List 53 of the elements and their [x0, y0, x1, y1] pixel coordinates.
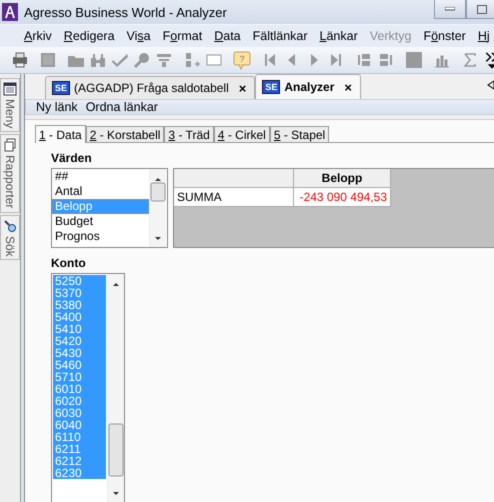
list-item[interactable]: Budget	[52, 214, 149, 229]
square-icon[interactable]	[404, 50, 424, 70]
column-header[interactable]: Belopp	[294, 169, 391, 188]
tab[interactable]: 1 - Data	[35, 125, 86, 143]
section-label: Värden	[51, 151, 93, 165]
link-item[interactable]: Ordna länkar	[86, 100, 158, 114]
maximize-icon	[477, 4, 487, 14]
table-cell: -243 090 494,53	[294, 188, 391, 207]
document-icon: SE	[52, 81, 70, 95]
tab-label: Analyzer	[284, 80, 334, 94]
app-logo-icon	[2, 3, 18, 21]
document-icon: SE	[262, 80, 280, 94]
minimize-icon	[445, 7, 455, 11]
close-button[interactable]: ×	[344, 80, 352, 94]
maximize-button[interactable]	[466, 0, 494, 19]
row-header: SUMMA	[174, 188, 294, 207]
tab[interactable]: 4 - Cirkel	[214, 126, 270, 142]
menu-icon	[3, 82, 17, 96]
menu-item[interactable]: Fönster	[417, 29, 472, 43]
side-tab[interactable]: Rapporter	[0, 134, 20, 213]
menu-item[interactable]: Format	[156, 29, 208, 43]
menu-item[interactable]: Arkiv	[18, 29, 58, 43]
search-icon	[3, 218, 17, 233]
side-tab[interactable]: Meny	[0, 78, 20, 132]
tab[interactable]: 5 - Stapel	[270, 126, 330, 142]
menu-item[interactable]: Redigera	[58, 29, 121, 43]
close-button[interactable]: ×	[238, 80, 246, 96]
minimize-button[interactable]	[434, 0, 466, 19]
side-tab[interactable]: Sök	[0, 214, 20, 260]
values-listbox[interactable]: ## Antal Belopp Budget Prognos	[51, 168, 168, 248]
scroll-left-icon[interactable]	[487, 80, 494, 90]
magnifier-icon[interactable]	[132, 50, 152, 70]
scrollbar[interactable]	[149, 169, 166, 247]
tab[interactable]: 3 - Träd	[164, 126, 214, 142]
section-label: Konto	[51, 256, 87, 270]
menu-item[interactable]: Data	[208, 29, 247, 43]
printer-icon[interactable]	[10, 50, 30, 70]
menu-item[interactable]: Visa	[120, 29, 157, 43]
tab-label: (AGGADP) Fråga saldotabell	[74, 81, 229, 95]
list-item[interactable]: Prognos	[52, 229, 149, 244]
menu-item[interactable]: Hj	[472, 29, 494, 43]
link-item[interactable]: Ny länk	[36, 100, 78, 114]
document-tab[interactable]: SE Analyzer ×	[255, 74, 361, 99]
frame-icon[interactable]	[38, 50, 58, 70]
list-item[interactable]: ##	[52, 169, 149, 184]
menu-item[interactable]: Länkar	[314, 29, 364, 43]
documents-icon	[3, 138, 17, 152]
tab[interactable]: 2 - Korstabell	[86, 126, 164, 142]
list-item[interactable]: Antal	[52, 184, 149, 199]
menu-item[interactable]: Fältlänkar	[246, 29, 314, 43]
document-tab[interactable]: SE (AGGADP) Fråga saldotabell ×	[45, 76, 256, 99]
window-title: Agresso Business World - Analyzer	[24, 4, 227, 20]
scrollbar[interactable]	[107, 274, 124, 502]
